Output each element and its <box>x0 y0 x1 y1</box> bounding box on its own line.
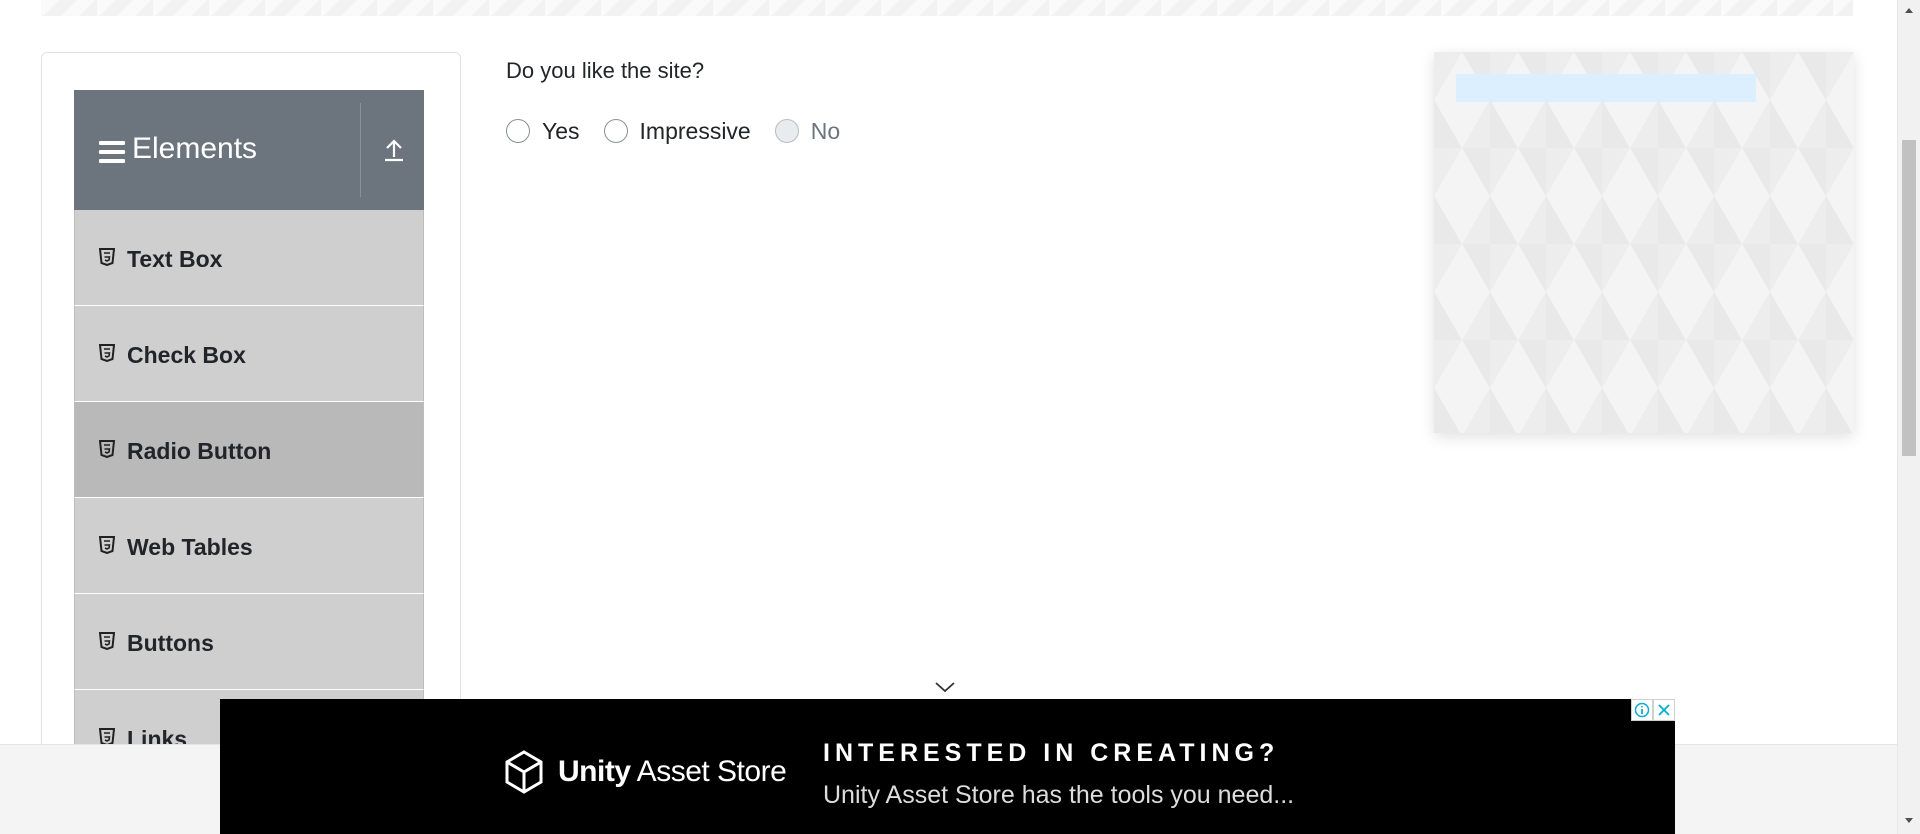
hamburger-icon <box>99 141 125 163</box>
html5-icon <box>99 344 115 362</box>
ad-controls <box>1631 699 1675 721</box>
radio-impressive[interactable]: Impressive <box>603 118 751 145</box>
html5-icon <box>99 440 115 458</box>
unity-cube-icon <box>505 750 543 794</box>
arrow-up-icon <box>385 139 403 162</box>
collapse-button[interactable] <box>372 120 416 180</box>
html5-icon <box>99 536 115 554</box>
radio-question: Do you like the site? <box>506 58 705 83</box>
sidebar-item-label: Web Tables <box>127 534 253 560</box>
ad-info-button[interactable] <box>1631 699 1653 721</box>
sidebar-item-label: Buttons <box>127 630 214 656</box>
sidebar-item-label: Check Box <box>127 342 246 368</box>
radio-impressive-label[interactable]: Impressive <box>640 118 751 145</box>
info-icon <box>1634 702 1650 718</box>
radio-yes[interactable]: Yes <box>506 118 580 145</box>
sidebar-item-radio-button[interactable]: Radio Button <box>74 402 424 498</box>
radio-no-label: No <box>810 117 841 144</box>
ad-brand-text: Unity Asset Store <box>558 755 787 788</box>
sidebar-item-web-tables[interactable]: Web Tables <box>74 498 424 594</box>
header-divider <box>360 103 361 197</box>
radio-group: Yes Impressive No <box>506 116 864 146</box>
ad-brand-logo: Unity Asset Store <box>504 750 787 794</box>
ad-close-button[interactable] <box>1653 699 1675 721</box>
side-ad-bar <box>1456 74 1756 102</box>
scroll-up-arrow-icon[interactable] <box>1902 3 1916 17</box>
sidebar-item-check-box[interactable]: Check Box <box>74 306 424 402</box>
radio-yes-input[interactable] <box>506 119 530 143</box>
html5-icon <box>99 632 115 650</box>
html5-icon <box>99 248 115 266</box>
radio-no-input <box>774 119 799 143</box>
radio-impressive-input[interactable] <box>603 119 628 143</box>
elements-group-header[interactable]: Elements <box>74 90 424 210</box>
scroll-down-arrow-icon[interactable] <box>1902 814 1916 828</box>
group-title: Elements <box>132 132 258 165</box>
sidebar-item-label: Text Box <box>127 246 223 272</box>
sidebar-item-text-box[interactable]: Text Box <box>74 210 424 306</box>
sidebar-item-buttons[interactable]: Buttons <box>74 594 424 690</box>
vertical-scrollbar[interactable] <box>1897 0 1920 834</box>
ad-headline: INTERESTED IN CREATING? <box>823 739 1280 767</box>
close-icon <box>1658 704 1670 716</box>
radio-no: No <box>774 117 841 145</box>
side-ad-placeholder <box>1434 52 1854 433</box>
top-banner-strip <box>41 0 1853 16</box>
ad-subline: Unity Asset Store has the tools you need… <box>823 781 1295 809</box>
scroll-thumb[interactable] <box>1902 140 1916 456</box>
page: Elements Text Box Check Box Radio Button… <box>0 0 1920 834</box>
chevron-down-icon[interactable] <box>934 680 956 694</box>
radio-yes-label[interactable]: Yes <box>542 118 580 145</box>
bottom-ad-banner[interactable]: Unity Asset Store INTERESTED IN CREATING… <box>220 699 1675 834</box>
sidebar-item-label: Radio Button <box>127 438 272 464</box>
